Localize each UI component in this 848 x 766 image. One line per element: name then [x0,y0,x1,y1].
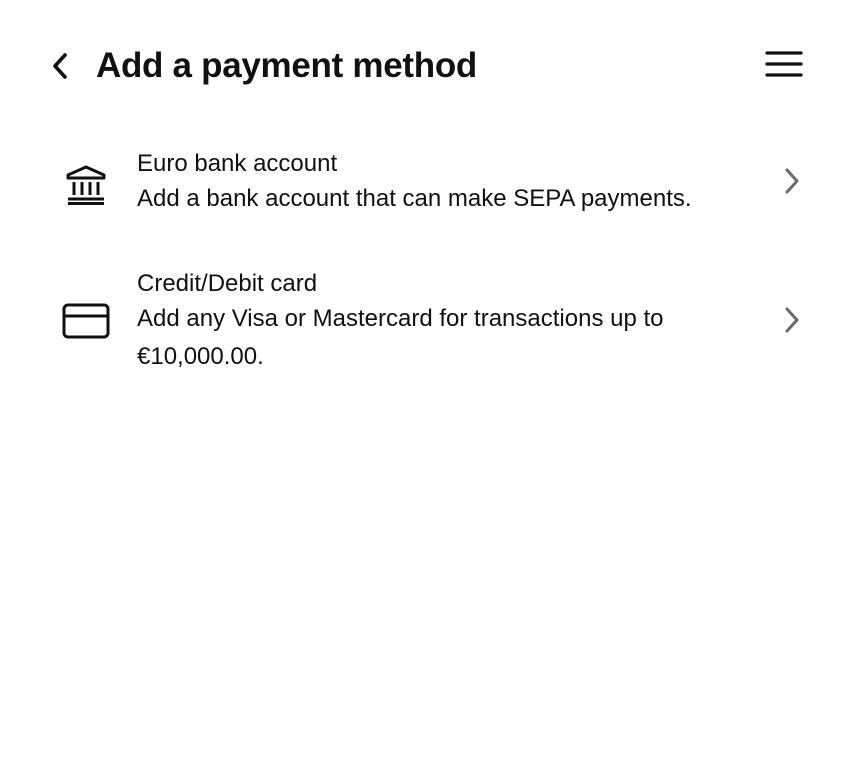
bank-option-text: Euro bank account Add a bank account tha… [137,148,757,218]
page-title: Add a payment method [96,46,477,85]
back-button[interactable] [40,46,80,86]
card-option-text: Credit/Debit card Add any Visa or Master… [137,268,757,376]
bank-icon-wrapper [56,160,116,210]
method-description: Add a bank account that can make SEPA pa… [137,185,692,212]
credit-debit-card-option[interactable]: Credit/Debit card Add any Visa or Master… [40,260,820,376]
card-icon-wrapper [56,296,116,346]
chevron-left-icon [53,53,67,79]
euro-bank-account-option[interactable]: Euro bank account Add a bank account tha… [40,140,820,232]
method-description: Add any Visa or Mastercard for transacti… [137,305,664,370]
chevron-right-icon [780,166,804,196]
hamburger-menu-icon [765,51,803,77]
chevron-right-icon [780,305,804,335]
method-title: Euro bank account [137,150,338,177]
method-title: Credit/Debit card [137,270,318,297]
credit-card-icon [62,303,110,339]
menu-button[interactable] [760,44,808,84]
bank-icon [66,165,106,205]
page-header: Add a payment method [0,0,848,130]
